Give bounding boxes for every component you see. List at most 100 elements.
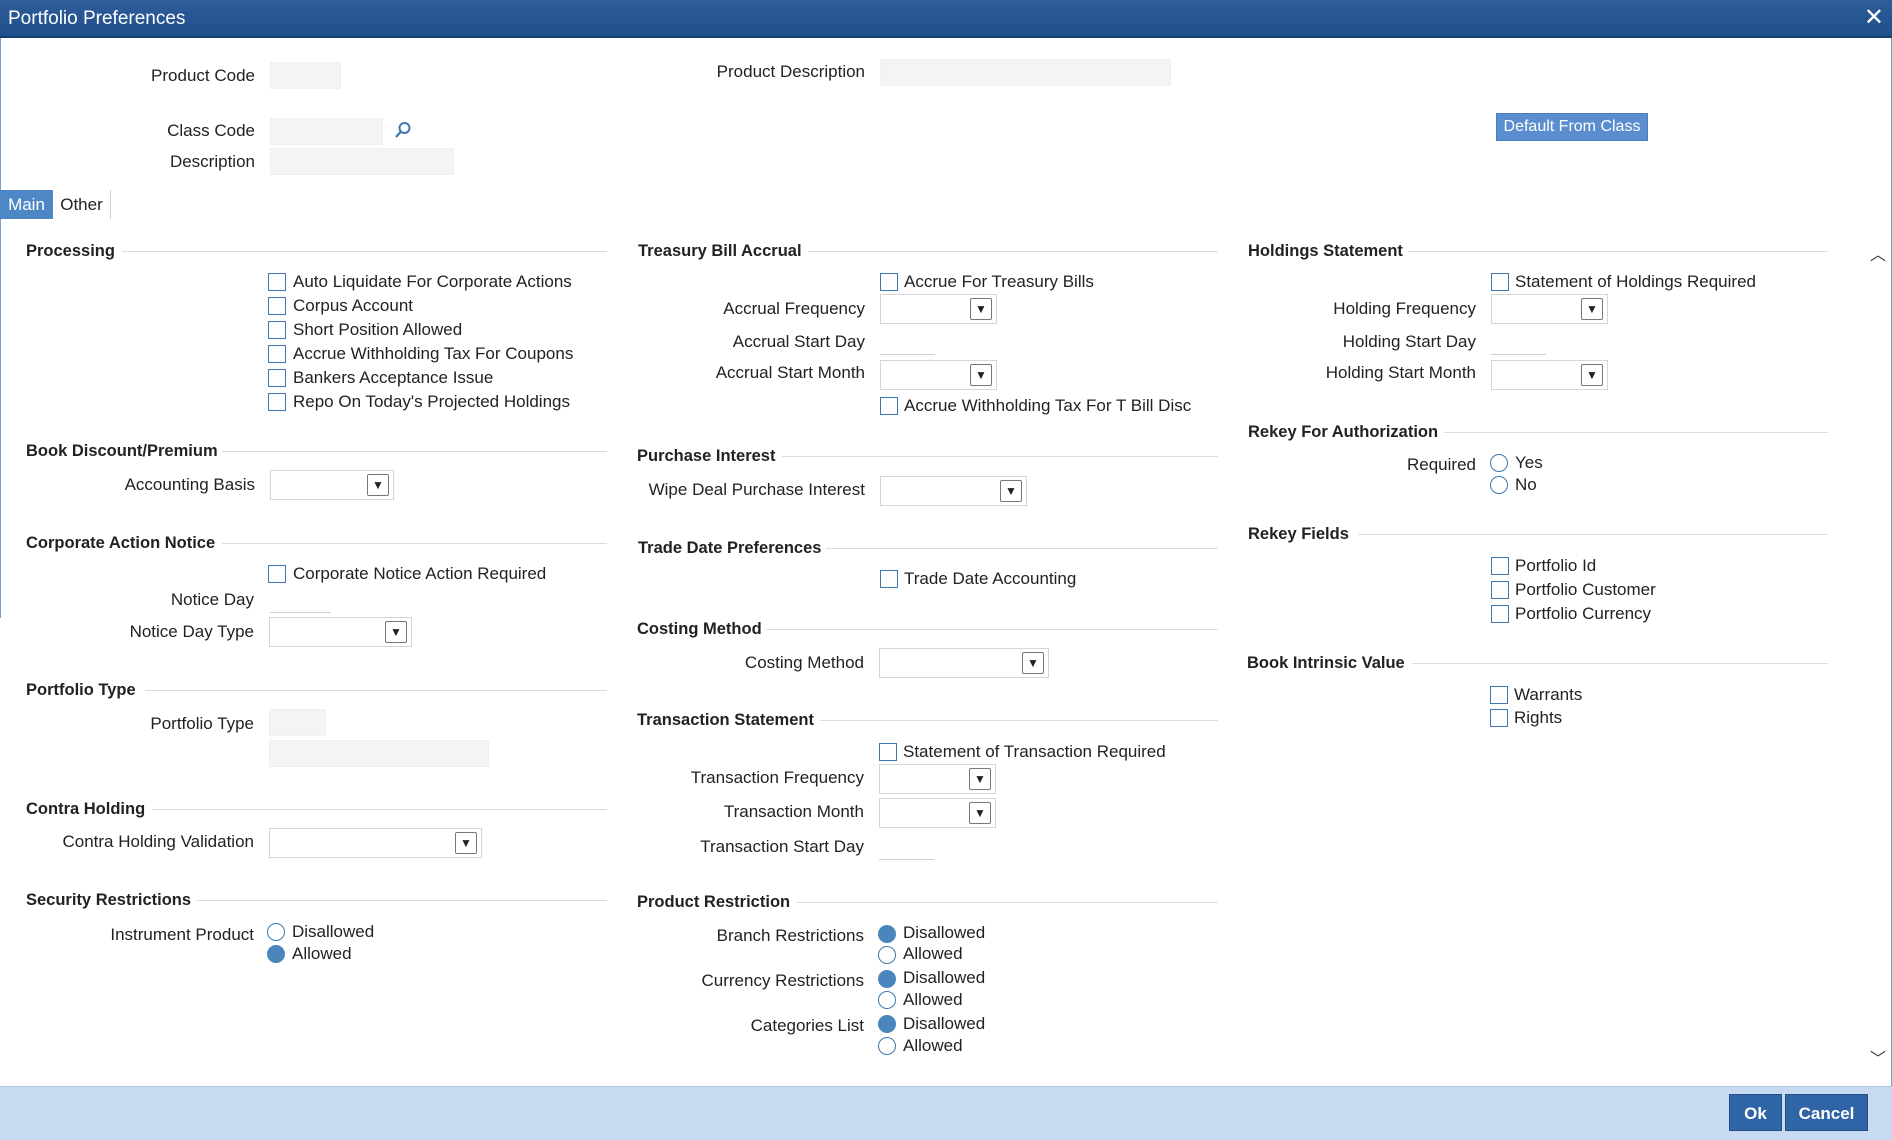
- accrual-start-day-field[interactable]: [880, 339, 935, 355]
- product-code-field[interactable]: [270, 62, 341, 89]
- window-title: Portfolio Preferences: [8, 8, 186, 29]
- accrue-withholding-coupons-checkbox[interactable]: [268, 345, 286, 363]
- portfolio-currency-label: Portfolio Currency: [1515, 604, 1652, 623]
- holding-start-day-field[interactable]: [1491, 339, 1546, 355]
- section-divider: [222, 451, 607, 452]
- portfolio-type-title: Portfolio Type: [26, 681, 136, 699]
- categories-allowed-radio[interactable]: [878, 1037, 896, 1055]
- section-divider: [820, 720, 1218, 721]
- description-label: Description: [169, 152, 255, 171]
- costing-method-title: Costing Method: [637, 620, 762, 638]
- accrual-start-month-select[interactable]: ▼: [880, 360, 997, 390]
- holding-frequency-label: Holding Frequency: [1333, 299, 1476, 318]
- warrants-checkbox[interactable]: [1490, 686, 1508, 704]
- accrue-treasury-label: Accrue For Treasury Bills: [904, 272, 1094, 291]
- repo-projected-checkbox[interactable]: [268, 393, 286, 411]
- currency-disallowed-radio[interactable]: [878, 970, 896, 988]
- portfolio-customer-label: Portfolio Customer: [1515, 580, 1656, 599]
- rekey-no-radio[interactable]: [1490, 476, 1508, 494]
- portfolio-type-label: Portfolio Type: [150, 714, 254, 733]
- class-code-label: Class Code: [167, 121, 255, 140]
- categories-disallowed-radio[interactable]: [878, 1015, 896, 1033]
- rights-checkbox[interactable]: [1490, 709, 1508, 727]
- section-divider: [145, 690, 607, 691]
- description-field[interactable]: [270, 148, 454, 175]
- trade-date-accounting-label: Trade Date Accounting: [904, 569, 1077, 588]
- section-divider: [1412, 663, 1828, 664]
- section-divider: [782, 456, 1218, 457]
- holding-start-month-label: Holding Start Month: [1325, 363, 1476, 382]
- close-icon[interactable]: ✕: [1864, 5, 1884, 31]
- transaction-month-select[interactable]: ▼: [879, 798, 996, 828]
- contra-holding-title: Contra Holding: [26, 800, 146, 818]
- scroll-down-icon[interactable]: ﹀: [1868, 1050, 1888, 1070]
- categories-allowed-label: Allowed: [903, 1036, 963, 1055]
- accrual-frequency-label: Accrual Frequency: [723, 299, 865, 318]
- holdings-statement-checkbox[interactable]: [1491, 273, 1509, 291]
- corpus-account-checkbox[interactable]: [268, 297, 286, 315]
- product-restriction-title: Product Restriction: [637, 893, 791, 911]
- instrument-product-label: Instrument Product: [110, 925, 254, 944]
- cancel-button[interactable]: Cancel: [1785, 1094, 1868, 1131]
- portfolio-currency-checkbox[interactable]: [1491, 605, 1509, 623]
- branch-disallowed-radio[interactable]: [878, 925, 896, 943]
- section-divider: [222, 543, 607, 544]
- categories-disallowed-label: Disallowed: [903, 1014, 986, 1033]
- holding-start-month-select[interactable]: ▼: [1491, 360, 1608, 390]
- accrual-frequency-select[interactable]: ▼: [880, 294, 997, 324]
- corporate-notice-checkbox[interactable]: [268, 565, 286, 583]
- wipe-purchase-interest-select[interactable]: ▼: [880, 476, 1027, 506]
- tab-other[interactable]: Other: [53, 190, 111, 219]
- product-description-field[interactable]: [880, 59, 1171, 86]
- short-position-checkbox[interactable]: [268, 321, 286, 339]
- chevron-down-icon: ▼: [455, 832, 477, 854]
- default-from-class-button[interactable]: Default From Class: [1496, 113, 1648, 141]
- notice-day-type-select[interactable]: ▼: [269, 617, 412, 647]
- chevron-down-icon: ▼: [367, 474, 389, 496]
- branch-allowed-radio[interactable]: [878, 946, 896, 964]
- rekey-yes-radio[interactable]: [1490, 454, 1508, 472]
- short-position-label: Short Position Allowed: [293, 320, 463, 339]
- branch-disallowed-label: Disallowed: [903, 923, 986, 942]
- accrue-treasury-checkbox[interactable]: [880, 273, 898, 291]
- notice-day-type-label: Notice Day Type: [129, 622, 254, 641]
- portfolio-type-field[interactable]: [269, 709, 326, 736]
- portfolio-id-checkbox[interactable]: [1491, 557, 1509, 575]
- rekey-yes-label: Yes: [1515, 453, 1543, 472]
- instrument-allowed-radio[interactable]: [267, 945, 285, 963]
- search-icon[interactable]: [393, 120, 413, 140]
- rekey-authorization-title: Rekey For Authorization: [1248, 423, 1439, 441]
- transaction-statement-checkbox[interactable]: [879, 743, 897, 761]
- section-divider: [808, 251, 1218, 252]
- ok-button[interactable]: Ok: [1729, 1094, 1782, 1131]
- transaction-frequency-select[interactable]: ▼: [879, 764, 996, 794]
- auto-liquidate-checkbox[interactable]: [268, 273, 286, 291]
- bankers-acceptance-checkbox[interactable]: [268, 369, 286, 387]
- section-divider: [122, 251, 607, 252]
- transaction-start-day-field[interactable]: [879, 844, 934, 860]
- product-description-label: Product Description: [716, 62, 865, 81]
- contra-holding-validation-select[interactable]: ▼: [269, 828, 482, 858]
- accounting-basis-select[interactable]: ▼: [270, 470, 394, 500]
- costing-method-select[interactable]: ▼: [879, 648, 1049, 678]
- auto-liquidate-label: Auto Liquidate For Corporate Actions: [293, 272, 572, 291]
- holding-frequency-select[interactable]: ▼: [1491, 294, 1608, 324]
- transaction-statement-label: Statement of Transaction Required: [903, 742, 1166, 761]
- portfolio-customer-checkbox[interactable]: [1491, 581, 1509, 599]
- frame-border-left: [0, 38, 1, 618]
- portfolio-type-description-field: [269, 740, 489, 767]
- currency-allowed-radio[interactable]: [878, 991, 896, 1009]
- scroll-up-icon[interactable]: ︿: [1868, 246, 1888, 266]
- notice-day-field[interactable]: [270, 597, 331, 613]
- accrue-withholding-tbill-checkbox[interactable]: [880, 397, 898, 415]
- trade-date-accounting-checkbox[interactable]: [880, 570, 898, 588]
- section-divider: [196, 900, 607, 901]
- class-code-field[interactable]: [270, 118, 383, 145]
- chevron-down-icon: ▼: [385, 621, 407, 643]
- instrument-disallowed-radio[interactable]: [267, 923, 285, 941]
- transaction-start-day-label: Transaction Start Day: [700, 837, 864, 856]
- categories-list-label: Categories List: [750, 1016, 864, 1035]
- corporate-action-title: Corporate Action Notice: [26, 534, 216, 552]
- tab-main[interactable]: Main: [0, 190, 53, 219]
- treasury-title: Treasury Bill Accrual: [638, 242, 802, 260]
